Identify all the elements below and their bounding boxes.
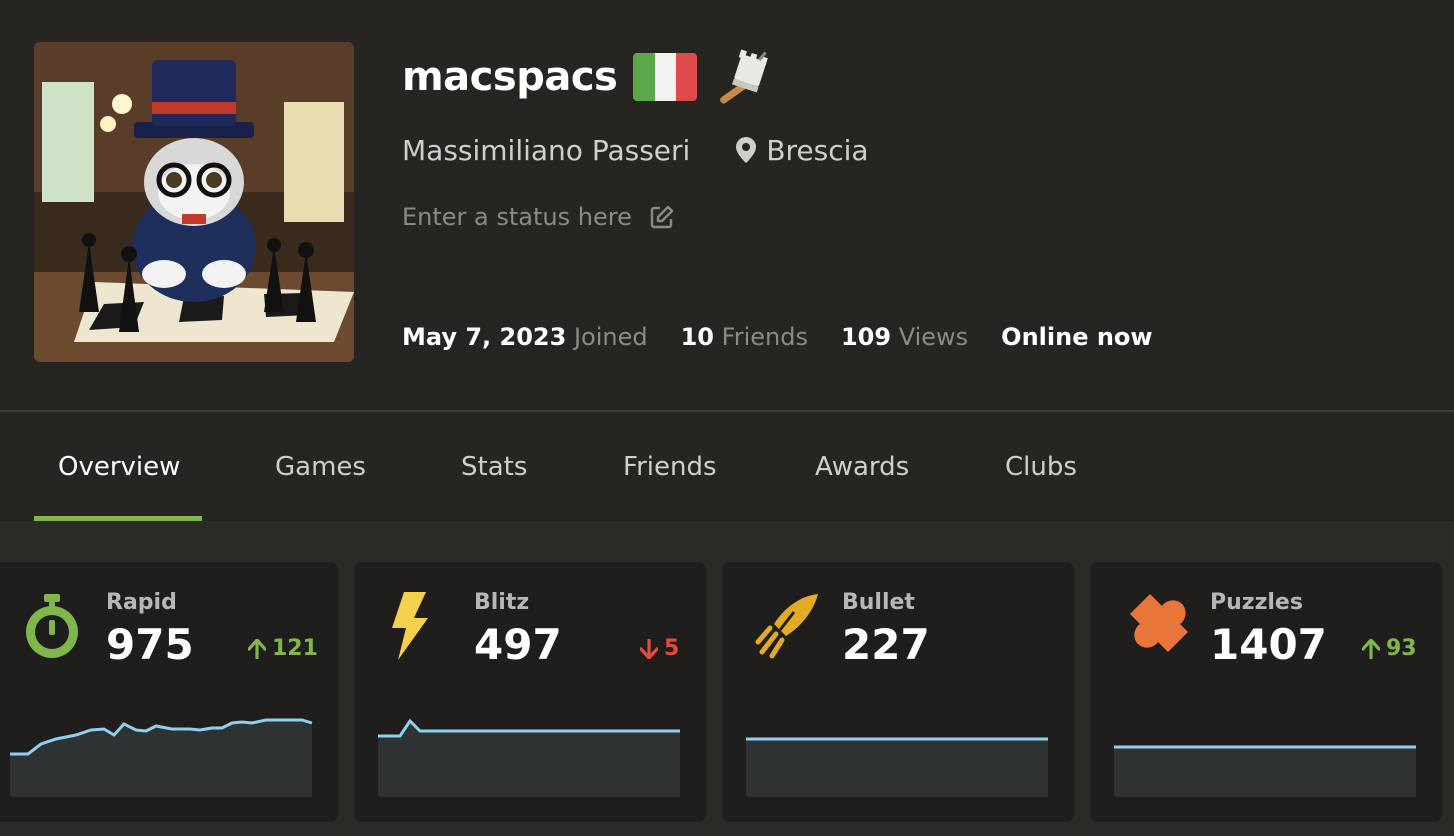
puzzles-sparkline	[1114, 745, 1416, 797]
joined-date: May 7, 2023	[402, 323, 567, 351]
username-row: macspacs	[402, 49, 775, 105]
location-text: Brescia	[766, 133, 869, 167]
card-title: Bullet	[842, 590, 915, 615]
italy-flag-icon[interactable]	[633, 53, 698, 101]
friends-stat[interactable]: 10 Friends	[681, 323, 808, 351]
bullet-sparkline	[746, 737, 1048, 797]
status-placeholder[interactable]: Enter a status here	[402, 203, 632, 231]
tab-awards[interactable]: Awards	[815, 412, 909, 521]
arrow-down-icon	[640, 638, 658, 659]
stopwatch-icon	[26, 594, 78, 658]
rating-change-value: 5	[664, 636, 680, 661]
profile-tabs: Overview Games Stats Friends Awards Club…	[0, 412, 1454, 521]
rook-hammer-badge-icon[interactable]	[713, 49, 775, 105]
card-rating: 227	[842, 620, 930, 669]
views-count: 109	[840, 323, 892, 351]
full-name: Massimiliano Passeri	[402, 133, 691, 167]
card-title: Blitz	[474, 590, 530, 615]
edit-icon[interactable]	[650, 205, 674, 229]
bullet-icon	[755, 594, 818, 659]
card-rating: 1407	[1210, 620, 1327, 669]
profile-meta: May 7, 2023 Joined 10 Friends 109 Views …	[402, 318, 1186, 356]
tab-clubs[interactable]: Clubs	[1005, 412, 1077, 521]
card-title: Puzzles	[1210, 590, 1303, 615]
tab-friends[interactable]: Friends	[623, 412, 717, 521]
blitz-card[interactable]: Blitz 497 5	[354, 562, 706, 822]
joined-label: Joined	[573, 323, 648, 351]
friends-label: Friends	[721, 323, 808, 351]
rating-change-value: 121	[272, 636, 318, 661]
puzzle-icon	[1130, 594, 1188, 652]
tab-games[interactable]: Games	[275, 412, 366, 521]
overview-content: Rapid 975 121 Blitz 497 5 Bullet 227 Puz…	[0, 521, 1454, 836]
friends-count: 10	[680, 323, 714, 351]
username: macspacs	[402, 54, 618, 100]
arrow-up-icon	[1362, 638, 1380, 659]
views-stat: 109 Views	[841, 323, 968, 351]
tab-stats[interactable]: Stats	[461, 412, 527, 521]
rapid-sparkline	[10, 718, 313, 797]
rating-change: 5	[640, 636, 679, 661]
rating-change: 121	[248, 636, 318, 661]
location: Brescia	[736, 133, 869, 167]
location-pin-icon	[736, 137, 757, 163]
card-rating: 975	[106, 620, 194, 669]
arrow-up-icon	[248, 638, 266, 659]
joined-stat: May 7, 2023 Joined	[402, 323, 648, 351]
bullet-card[interactable]: Bullet 227	[722, 562, 1074, 822]
card-rating: 497	[474, 620, 562, 669]
puzzles-card[interactable]: Puzzles 1407 93	[1090, 562, 1442, 822]
lightning-icon	[392, 592, 428, 660]
rating-change-value: 93	[1386, 636, 1417, 661]
card-title: Rapid	[106, 590, 177, 615]
tab-overview[interactable]: Overview	[58, 412, 180, 521]
views-label: Views	[898, 323, 969, 351]
profile-subline: Massimiliano Passeri Brescia	[402, 130, 869, 170]
avatar[interactable]	[34, 42, 354, 362]
rapid-card[interactable]: Rapid 975 121	[0, 562, 338, 822]
status-field[interactable]: Enter a status here	[402, 197, 674, 237]
profile-header: macspacs Massimiliano Passeri Brescia En…	[0, 0, 1454, 410]
rating-change: 93	[1362, 636, 1417, 661]
blitz-sparkline	[378, 718, 680, 797]
online-status: Online now	[1001, 323, 1153, 351]
